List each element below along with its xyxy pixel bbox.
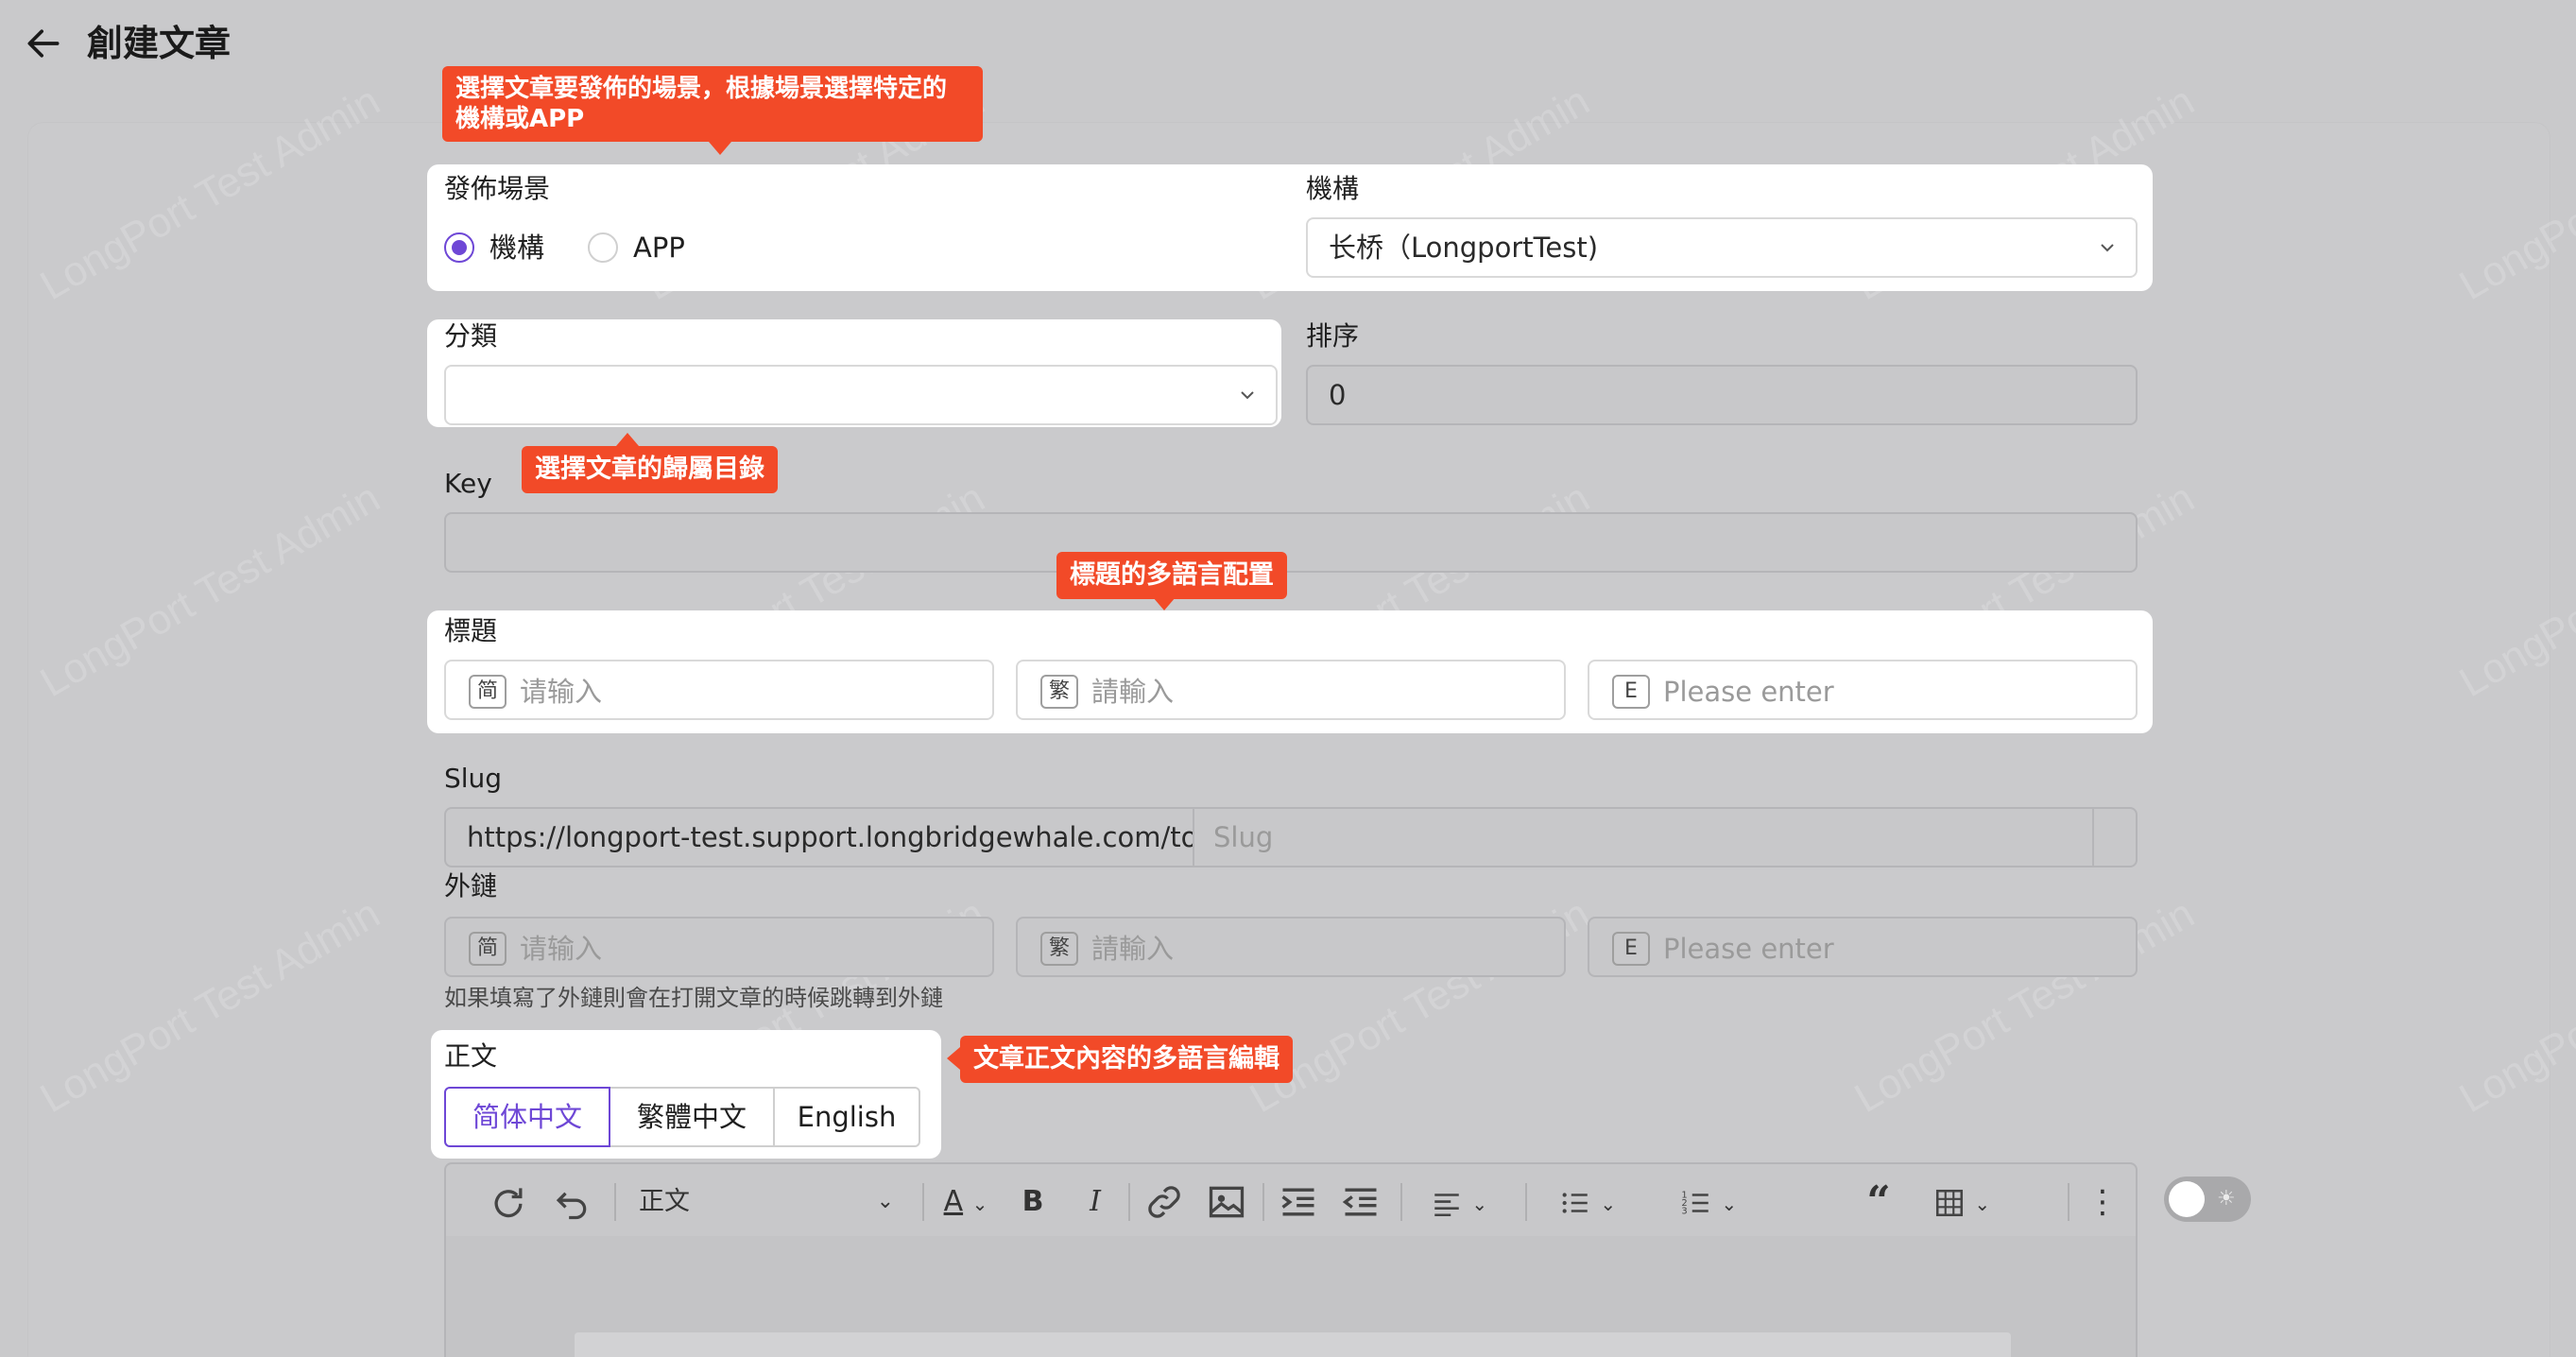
tooltip-title-i18n-arrow [1153,597,1176,610]
toolbar-divider [922,1183,924,1221]
lang-tag-zh-hant: 繁 [1040,932,1078,966]
toggle-knob [2169,1181,2205,1217]
tab-zh-hans[interactable]: 简体中文 [444,1087,610,1147]
tooltip-content-arrow [947,1047,960,1070]
lang-tag-en: E [1612,932,1650,966]
scene-radio-app[interactable] [588,232,618,263]
lang-tag-zh-hans: 简 [469,932,507,966]
external-link-input-zh-hant[interactable]: 繁 請輸入 [1016,917,1566,977]
redo-icon[interactable] [488,1181,529,1223]
title-placeholder-zh-hans: 请输入 [520,676,603,708]
tooltip-category: 選擇文章的歸屬目錄 [522,446,778,493]
lang-tag-zh-hans: 简 [469,675,507,709]
ordered-list-glyph-icon: 123 [1681,1190,1709,1216]
order-input[interactable]: 0 [1306,365,2138,425]
slug-group: https://longport-test.support.longbridge… [444,807,2138,867]
bullet-list-icon[interactable]: ⌄ [1542,1181,1633,1223]
page-header: 創建文章 [0,0,2576,94]
indent-icon[interactable] [1278,1181,1319,1223]
page-title: 創建文章 [87,23,232,64]
bold-icon[interactable]: B [1009,1181,1056,1223]
toolbar-divider [614,1183,616,1221]
sun-icon: ☀ [2217,1187,2236,1211]
slug-label: Slug [444,763,503,794]
bullet-list-glyph-icon [1562,1192,1588,1213]
tab-zh-hant[interactable]: 繁體中文 [610,1087,775,1147]
external-link-help: 如果填寫了外鏈則會在打開文章的時候跳轉到外鏈 [444,985,943,1011]
org-select-value: 长桥（LongportTest) [1329,232,1599,264]
editor-page[interactable] [575,1332,2011,1357]
title-input-zh-hant[interactable]: 繁 請輸入 [1016,660,1566,720]
tooltip-content-i18n: 文章正文內容的多語言編輯 [960,1036,1293,1083]
external-link-label: 外鏈 [444,870,498,902]
image-icon[interactable] [1206,1181,1247,1223]
tab-en[interactable]: English [775,1087,920,1147]
external-link-placeholder-zh-hant: 請輸入 [1091,933,1175,965]
editor-toolbar: 正文 ⌄ A ⌄ B I ⌄ ⌄ 123 ⌄ “ ⌄ ⋮ [444,1162,2138,1238]
chevron-down-icon [2101,244,2114,252]
category-label: 分類 [444,320,498,352]
table-icon[interactable]: ⌄ [1916,1181,2007,1223]
toolbar-divider [1128,1183,1130,1221]
slug-suffix [2092,809,2136,866]
title-placeholder-en: Please enter [1663,676,1834,708]
toolbar-divider [2068,1183,2069,1221]
content-label: 正文 [444,1040,498,1072]
toolbar-divider [1525,1183,1527,1221]
chevron-down-icon: ⌄ [876,1190,894,1213]
tooltip-scene-arrow [709,142,731,155]
order-input-value: 0 [1329,379,1347,411]
key-input[interactable] [444,512,2138,573]
svg-text:3: 3 [1681,1206,1687,1216]
external-link-placeholder-zh-hans: 请输入 [520,933,603,965]
toolbar-divider [1262,1183,1264,1221]
block-type-value: 正文 [639,1187,690,1216]
scene-radio-org[interactable] [444,232,474,263]
order-label: 排序 [1306,320,1360,352]
org-label: 機構 [1306,173,1360,204]
scene-label: 發佈場景 [444,173,551,204]
tooltip-category-arrow [616,433,639,446]
key-label: Key [444,468,492,499]
align-icon[interactable]: ⌄ [1414,1181,1504,1223]
tooltip-title-i18n: 標題的多語言配置 [1056,552,1287,599]
external-link-input-en[interactable]: E Please enter [1588,917,2138,977]
text-color-icon[interactable]: A ⌄ [926,1181,1005,1223]
table-grid-icon [1935,1189,1963,1216]
theme-toggle[interactable]: ☀ [2164,1177,2251,1222]
title-input-zh-hans[interactable]: 简 请输入 [444,660,994,720]
scene-radio-app-label[interactable]: APP [633,231,685,265]
link-icon[interactable] [1143,1181,1185,1223]
external-link-input-zh-hans[interactable]: 简 请输入 [444,917,994,977]
chevron-down-icon [1241,391,1254,400]
undo-icon[interactable] [550,1181,592,1223]
block-type-select[interactable]: 正文 ⌄ [639,1181,903,1223]
title-label: 標題 [444,615,498,646]
category-select[interactable] [444,365,1278,425]
org-select[interactable]: 长桥（LongportTest) [1306,217,2138,278]
toolbar-divider [1400,1183,1402,1221]
external-link-placeholder-en: Please enter [1663,933,1834,965]
content-language-tabs: 简体中文 繁體中文 English [444,1087,920,1147]
lang-tag-en: E [1612,675,1650,709]
title-placeholder-zh-hant: 請輸入 [1091,676,1175,708]
align-left-icon [1434,1193,1459,1216]
more-icon[interactable]: ⋮ [2087,1181,2119,1223]
slug-input[interactable]: Slug [1213,809,1273,866]
title-input-en[interactable]: E Please enter [1588,660,2138,720]
editor-content-area[interactable] [444,1236,2138,1357]
scene-radio-org-label[interactable]: 機構 [489,231,544,265]
outdent-icon[interactable] [1340,1181,1382,1223]
slug-prefix: https://longport-test.support.longbridge… [446,809,1194,866]
back-arrow-icon[interactable] [23,23,64,64]
italic-icon[interactable]: I [1072,1181,1119,1223]
lang-tag-zh-hant: 繁 [1040,675,1078,709]
quote-icon[interactable]: “ [1858,1181,1899,1223]
tooltip-scene: 選擇文章要發佈的場景，根據場景選擇特定的機構或APP [442,66,983,142]
ordered-list-icon[interactable]: 123 ⌄ [1661,1181,1756,1223]
